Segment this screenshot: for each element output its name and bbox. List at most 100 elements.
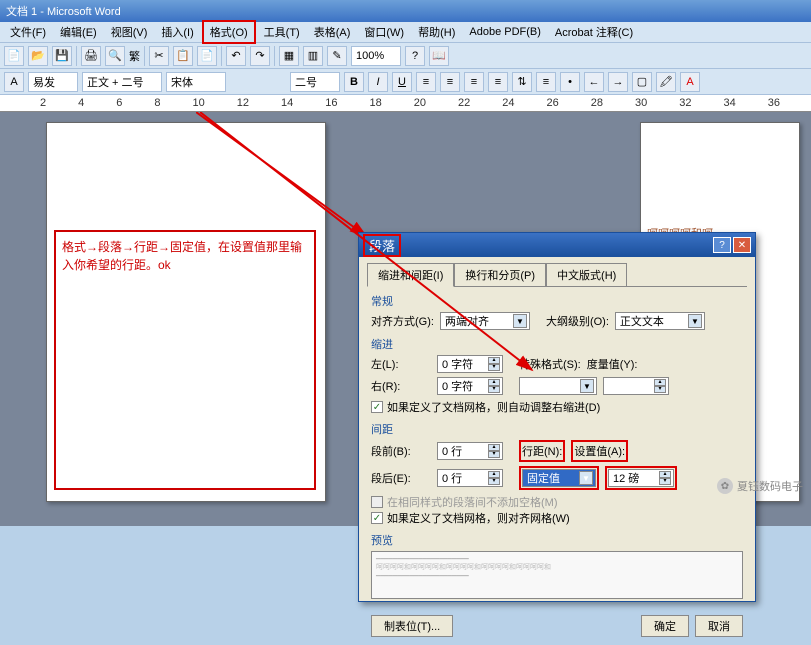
align-right-icon[interactable]: ≡ bbox=[464, 72, 484, 92]
align-label: 对齐方式(G): bbox=[371, 313, 434, 329]
group-indent: 缩进 bbox=[371, 336, 743, 352]
outline-combo[interactable]: 正文文本▼ bbox=[615, 312, 705, 330]
redo-icon[interactable]: ↷ bbox=[250, 46, 270, 66]
dialog-help-icon[interactable]: ? bbox=[713, 237, 731, 253]
borders-icon[interactable]: ▢ bbox=[632, 72, 652, 92]
special-label: 特殊格式(S): bbox=[519, 356, 581, 372]
decrease-indent-icon[interactable]: ← bbox=[584, 72, 604, 92]
dialog-close-icon[interactable]: ✕ bbox=[733, 237, 751, 253]
font-select[interactable]: 宋体 bbox=[166, 72, 226, 92]
watermark-icon: ✿ bbox=[717, 478, 733, 494]
table-icon[interactable]: ▦ bbox=[279, 46, 299, 66]
measure-spinner[interactable]: ▴▾ bbox=[603, 377, 669, 395]
underline-icon[interactable]: U bbox=[392, 72, 412, 92]
before-spinner[interactable]: 0 行▴▾ bbox=[437, 442, 503, 460]
open-icon[interactable]: 📂 bbox=[28, 46, 48, 66]
tab-line-page[interactable]: 换行和分页(P) bbox=[454, 263, 546, 286]
easy-dev-select[interactable]: 易发 bbox=[28, 72, 78, 92]
tabs-button[interactable]: 制表位(T)... bbox=[371, 615, 453, 637]
annotation-note: 格式→段落→行距→固定值，在设置值那里输入你希望的行距。ok bbox=[54, 230, 316, 490]
undo-icon[interactable]: ↶ bbox=[226, 46, 246, 66]
chevron-down-icon: ▼ bbox=[513, 314, 527, 328]
chevron-down-icon: ▼ bbox=[579, 471, 593, 485]
indent-right-spinner[interactable]: 0 字符▴▾ bbox=[437, 377, 503, 395]
group-general: 常规 bbox=[371, 293, 743, 309]
horizontal-ruler[interactable]: 2468101214161820222426283032343638 bbox=[0, 94, 811, 112]
group-spacing: 间距 bbox=[371, 421, 743, 437]
menu-format[interactable]: 格式(O) bbox=[202, 20, 256, 44]
menu-help[interactable]: 帮助(H) bbox=[412, 22, 461, 42]
align-combo[interactable]: 两端对齐▼ bbox=[440, 312, 530, 330]
after-label: 段后(E): bbox=[371, 470, 431, 486]
before-label: 段前(B): bbox=[371, 443, 431, 459]
highlight-icon[interactable]: 🖍 bbox=[656, 72, 676, 92]
align-left-icon[interactable]: ≡ bbox=[416, 72, 436, 92]
outline-label: 大纲级别(O): bbox=[546, 313, 609, 329]
app-title: 文档 1 - Microsoft Word bbox=[6, 3, 121, 19]
standard-toolbar: 📄 📂 💾 🖨 🔍 繁 ✂ 📋 📄 ↶ ↷ ▦ ▥ ✎ 100% ? 📖 bbox=[0, 42, 811, 68]
save-icon[interactable]: 💾 bbox=[52, 46, 72, 66]
chevron-down-icon: ▼ bbox=[580, 379, 594, 393]
indent-right-label: 右(R): bbox=[371, 378, 431, 394]
separator bbox=[221, 46, 222, 66]
watermark: ✿ 夏钰数码电子 bbox=[717, 478, 803, 494]
format-icon[interactable]: A bbox=[4, 72, 24, 92]
copy-icon[interactable]: 📋 bbox=[173, 46, 193, 66]
align-center-icon[interactable]: ≡ bbox=[440, 72, 460, 92]
help-icon[interactable]: ? bbox=[405, 46, 425, 66]
drawing-icon[interactable]: ✎ bbox=[327, 46, 347, 66]
menu-acrobat[interactable]: Acrobat 注释(C) bbox=[549, 22, 639, 42]
zoom-select[interactable]: 100% bbox=[351, 46, 401, 66]
indent-left-label: 左(L): bbox=[371, 356, 431, 372]
line-spacing-icon[interactable]: ⇅ bbox=[512, 72, 532, 92]
separator bbox=[274, 46, 275, 66]
after-spinner[interactable]: 0 行▴▾ bbox=[437, 469, 503, 487]
set-value-spinner[interactable]: 12 磅▴▾ bbox=[608, 469, 674, 487]
special-combo[interactable]: ▼ bbox=[519, 377, 597, 395]
separator bbox=[144, 46, 145, 66]
increase-indent-icon[interactable]: → bbox=[608, 72, 628, 92]
menu-adobe-pdf[interactable]: Adobe PDF(B) bbox=[463, 24, 547, 40]
menu-view[interactable]: 视图(V) bbox=[105, 22, 154, 42]
size-select[interactable]: 二号 bbox=[290, 72, 340, 92]
print-icon[interactable]: 🖨 bbox=[81, 46, 101, 66]
read-icon[interactable]: 📖 bbox=[429, 46, 449, 66]
bullets-icon[interactable]: • bbox=[560, 72, 580, 92]
menu-edit[interactable]: 编辑(E) bbox=[54, 22, 103, 42]
dialog-titlebar[interactable]: 段落 ? ✕ bbox=[359, 233, 755, 257]
style-select[interactable]: 正文 + 二号 bbox=[82, 72, 162, 92]
preview-label: 预览 bbox=[371, 532, 743, 548]
tab-chinese[interactable]: 中文版式(H) bbox=[546, 263, 627, 286]
font-color-icon[interactable]: A bbox=[680, 72, 700, 92]
numbering-icon[interactable]: ≡ bbox=[536, 72, 556, 92]
no-space-checkbox: 在相同样式的段落间不添加空格(M) bbox=[371, 494, 743, 510]
bold-icon[interactable]: B bbox=[344, 72, 364, 92]
columns-icon[interactable]: ▥ bbox=[303, 46, 323, 66]
auto-indent-checkbox[interactable]: ✓如果定义了文档网格，则自动调整右缩进(D) bbox=[371, 399, 743, 415]
justify-icon[interactable]: ≡ bbox=[488, 72, 508, 92]
dialog-title: 段落 bbox=[363, 234, 401, 257]
ok-button[interactable]: 确定 bbox=[641, 615, 689, 637]
dialog-buttons: 制表位(T)... 确定 取消 bbox=[359, 611, 755, 645]
preview-box: ━━━━━━━━━━━━━━━━━━━━━━呵呵呵呵和呵呵呵呵和呵呵呵呵和呵呵呵… bbox=[371, 551, 743, 599]
menu-insert[interactable]: 插入(I) bbox=[155, 22, 199, 42]
menu-tools[interactable]: 工具(T) bbox=[258, 22, 306, 42]
indent-left-spinner[interactable]: 0 字符▴▾ bbox=[437, 355, 503, 373]
line-spacing-combo[interactable]: 固定值▼ bbox=[522, 469, 596, 487]
dialog-body: 常规 对齐方式(G): 两端对齐▼ 大纲级别(O): 正文文本▼ 缩进 左(L)… bbox=[359, 287, 755, 611]
separator bbox=[76, 46, 77, 66]
menu-table[interactable]: 表格(A) bbox=[308, 22, 357, 42]
new-doc-icon[interactable]: 📄 bbox=[4, 46, 24, 66]
tab-indent-spacing[interactable]: 缩进和间距(I) bbox=[367, 263, 454, 287]
paste-icon[interactable]: 📄 bbox=[197, 46, 217, 66]
menu-window[interactable]: 窗口(W) bbox=[358, 22, 410, 42]
vertical-ruler[interactable] bbox=[0, 112, 40, 526]
cancel-button[interactable]: 取消 bbox=[695, 615, 743, 637]
italic-icon[interactable]: I bbox=[368, 72, 388, 92]
trad-simp-label: 繁 bbox=[129, 48, 140, 64]
menu-bar: 文件(F) 编辑(E) 视图(V) 插入(I) 格式(O) 工具(T) 表格(A… bbox=[0, 22, 811, 42]
align-grid-checkbox[interactable]: ✓如果定义了文档网格，则对齐网格(W) bbox=[371, 510, 743, 526]
preview-icon[interactable]: 🔍 bbox=[105, 46, 125, 66]
menu-file[interactable]: 文件(F) bbox=[4, 22, 52, 42]
cut-icon[interactable]: ✂ bbox=[149, 46, 169, 66]
